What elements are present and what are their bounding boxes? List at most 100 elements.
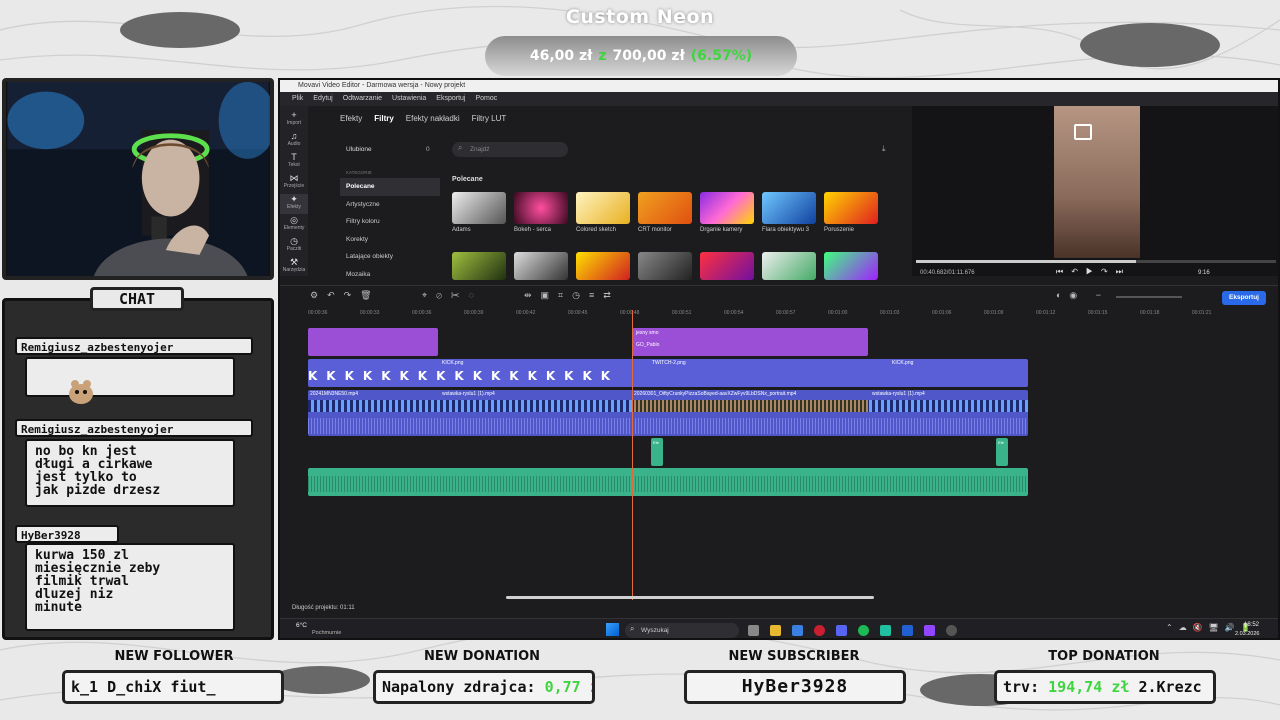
new-donation-box: Napalony zdrajca: 0,77 zł [373,670,595,704]
tool-audio[interactable]: ♫ Audio [280,131,308,151]
tool-text[interactable]: T Tekst [280,152,308,172]
category-item[interactable]: Korekty [340,231,440,249]
filter-thumb-flare[interactable] [762,192,816,224]
settings-icon[interactable] [946,625,957,636]
transition-icon: ⋈ [289,173,299,183]
filter-thumb[interactable] [452,252,506,280]
goal-percent: (6.57%) [690,48,753,64]
zoom-slider[interactable] [1116,296,1182,298]
chat-username: HyBer3928 [15,525,119,543]
filter-thumb[interactable] [700,252,754,280]
favorites-link[interactable]: Ulubione [346,146,372,153]
tool-effects[interactable]: ✦ Efekty [280,194,308,214]
filter-label: Poruszenie [824,227,855,233]
filter-thumb-crt[interactable] [638,192,692,224]
category-item[interactable]: Polecane [340,178,440,196]
chat-message [25,357,235,404]
filter-thumb-motion[interactable] [824,192,878,224]
app-icon[interactable] [880,625,891,636]
filter-label: Flara obiektywu 3 [762,227,810,233]
menu-file[interactable]: Plik [292,92,303,106]
twitch-icon[interactable] [924,625,935,636]
filter-thumb[interactable] [638,252,692,280]
task-view-icon[interactable] [748,625,759,636]
weather-temp[interactable]: 6°C [296,622,307,629]
tool-tools[interactable]: ⚒ Narzędzia [280,257,308,277]
twitch-icon [1074,124,1092,140]
goal-current: 46,00 zł [529,48,593,64]
filter-search-input[interactable]: Znajdź [452,142,568,157]
tab-filters[interactable]: Filtry [374,114,394,123]
menu-edit[interactable]: Edytuj [313,92,332,106]
filter-thumb-colored-sketch[interactable] [576,192,630,224]
search-icon: ⌕ [458,143,463,152]
video-track[interactable]: 20241MN3NE50.mp4 wstawka-ryslu1 (1).mp4 … [308,390,1028,436]
discord-icon[interactable] [836,625,847,636]
windows-taskbar: 6°C Pochmurnie Wyszukaj ⌕ ⌃☁🔇🖥🔊🔋 18:52 2… [280,618,1278,638]
clock-time: 18:52 [1244,622,1260,628]
filter-label: CRT monitor [638,227,672,233]
taskbar-search[interactable]: Wyszukaj [625,623,739,638]
title-clip[interactable] [308,328,438,356]
download-icon[interactable]: ⤓ [882,144,886,154]
tool-import[interactable]: + Import [280,110,308,130]
timeline-playhead[interactable] [632,310,633,600]
goal-target: 700,00 zł [612,48,685,64]
donation-name: Napalony zdrajca: [382,678,536,696]
video-editor-window: Movavi Video Editor - Darmowa wersja - N… [278,78,1280,640]
music-icon: ♫ [290,131,298,141]
menu-playback[interactable]: Odtwarzanie [343,92,382,106]
clip-tools[interactable]: ⇹▣⌗◷≡⇄ [524,290,620,301]
tool-elements[interactable]: ◎ Elementy [280,215,308,235]
tool-transitions[interactable]: ⋈ Przejście [280,173,308,193]
menu-help[interactable]: Pomoc [475,92,497,106]
chat-panel: Remigiusz_azbestenyojer Remigiusz_azbest… [2,298,274,640]
filter-thumb[interactable] [762,252,816,280]
playback-controls[interactable]: ⏮↶▶↷⏭ [1056,267,1131,277]
sfx-clip[interactable]: Efe [996,438,1008,466]
spotify-icon[interactable] [858,625,869,636]
emote-icon [69,380,94,404]
opera-icon[interactable] [814,625,825,636]
filter-thumb[interactable] [824,252,878,280]
category-item[interactable]: Filtry koloru [340,213,440,231]
image-track[interactable]: KICK.png TWITCH-2.png KICK.png KKKKKKKKK… [308,359,1028,387]
timeline-toolbar: ⚙↶↷🗑 ⌖⊘✂◌ ⇹▣⌗◷≡⇄ ◐◉ − Eksportuj [280,285,1278,307]
filter-thumb[interactable] [576,252,630,280]
tab-lut-filters[interactable]: Filtry LUT [472,114,507,123]
tool-packs[interactable]: ◷ Pacziti [280,236,308,256]
menu-export[interactable]: Eksportuj [436,92,465,106]
category-item[interactable]: Mozaika [340,266,440,284]
file-explorer-icon[interactable] [770,625,781,636]
filter-thumb-adams[interactable] [452,192,506,224]
webcam-image [7,82,270,276]
filter-thumb[interactable] [514,252,568,280]
chat-username: Remigiusz_azbestenyojer [15,337,253,355]
edit-tools[interactable]: ⌖⊘✂◌ [422,290,483,301]
mail-icon[interactable] [792,625,803,636]
kick-icons: KKKKKKKKKKKKKKKKK [308,369,620,383]
tab-effects[interactable]: Efekty [340,114,362,123]
sfx-clip[interactable]: Efe [651,438,663,466]
category-item[interactable]: Artystyczne [340,196,440,214]
movavi-icon[interactable] [902,625,913,636]
music-track[interactable] [308,468,1028,496]
chat-message: kurwa 150 zl miesięcznie zeby filmik trw… [25,543,235,631]
windows-start-icon[interactable] [606,623,619,636]
zoom-controls[interactable]: ◐◉ − [1056,290,1109,301]
timeline-tools[interactable]: ⚙↶↷🗑 [310,290,381,301]
left-toolbar: + Import ♫ Audio T Tekst ⋈ Przejście ✦ Efekty… [280,106,308,276]
preview-time: 00:40.682/01:11.676 [920,270,975,276]
timeline-scrollbar[interactable] [506,596,874,599]
export-button[interactable]: Eksportuj [1222,291,1266,305]
category-item[interactable]: Latające obiekty [340,248,440,266]
preview-scrubber[interactable] [916,260,1276,263]
aspect-ratio[interactable]: 9:16 [1198,270,1210,276]
title-clip[interactable]: jesny smo GO_Pablo [632,328,868,356]
menu-settings[interactable]: Ustawienia [392,92,426,106]
filter-thumb-shake[interactable] [700,192,754,224]
filter-thumb-bokeh[interactable] [514,192,568,224]
tab-overlay-effects[interactable]: Efekty nakładki [406,114,460,123]
filter-label: Adams [452,227,471,233]
preview-video-frame [1054,106,1140,258]
